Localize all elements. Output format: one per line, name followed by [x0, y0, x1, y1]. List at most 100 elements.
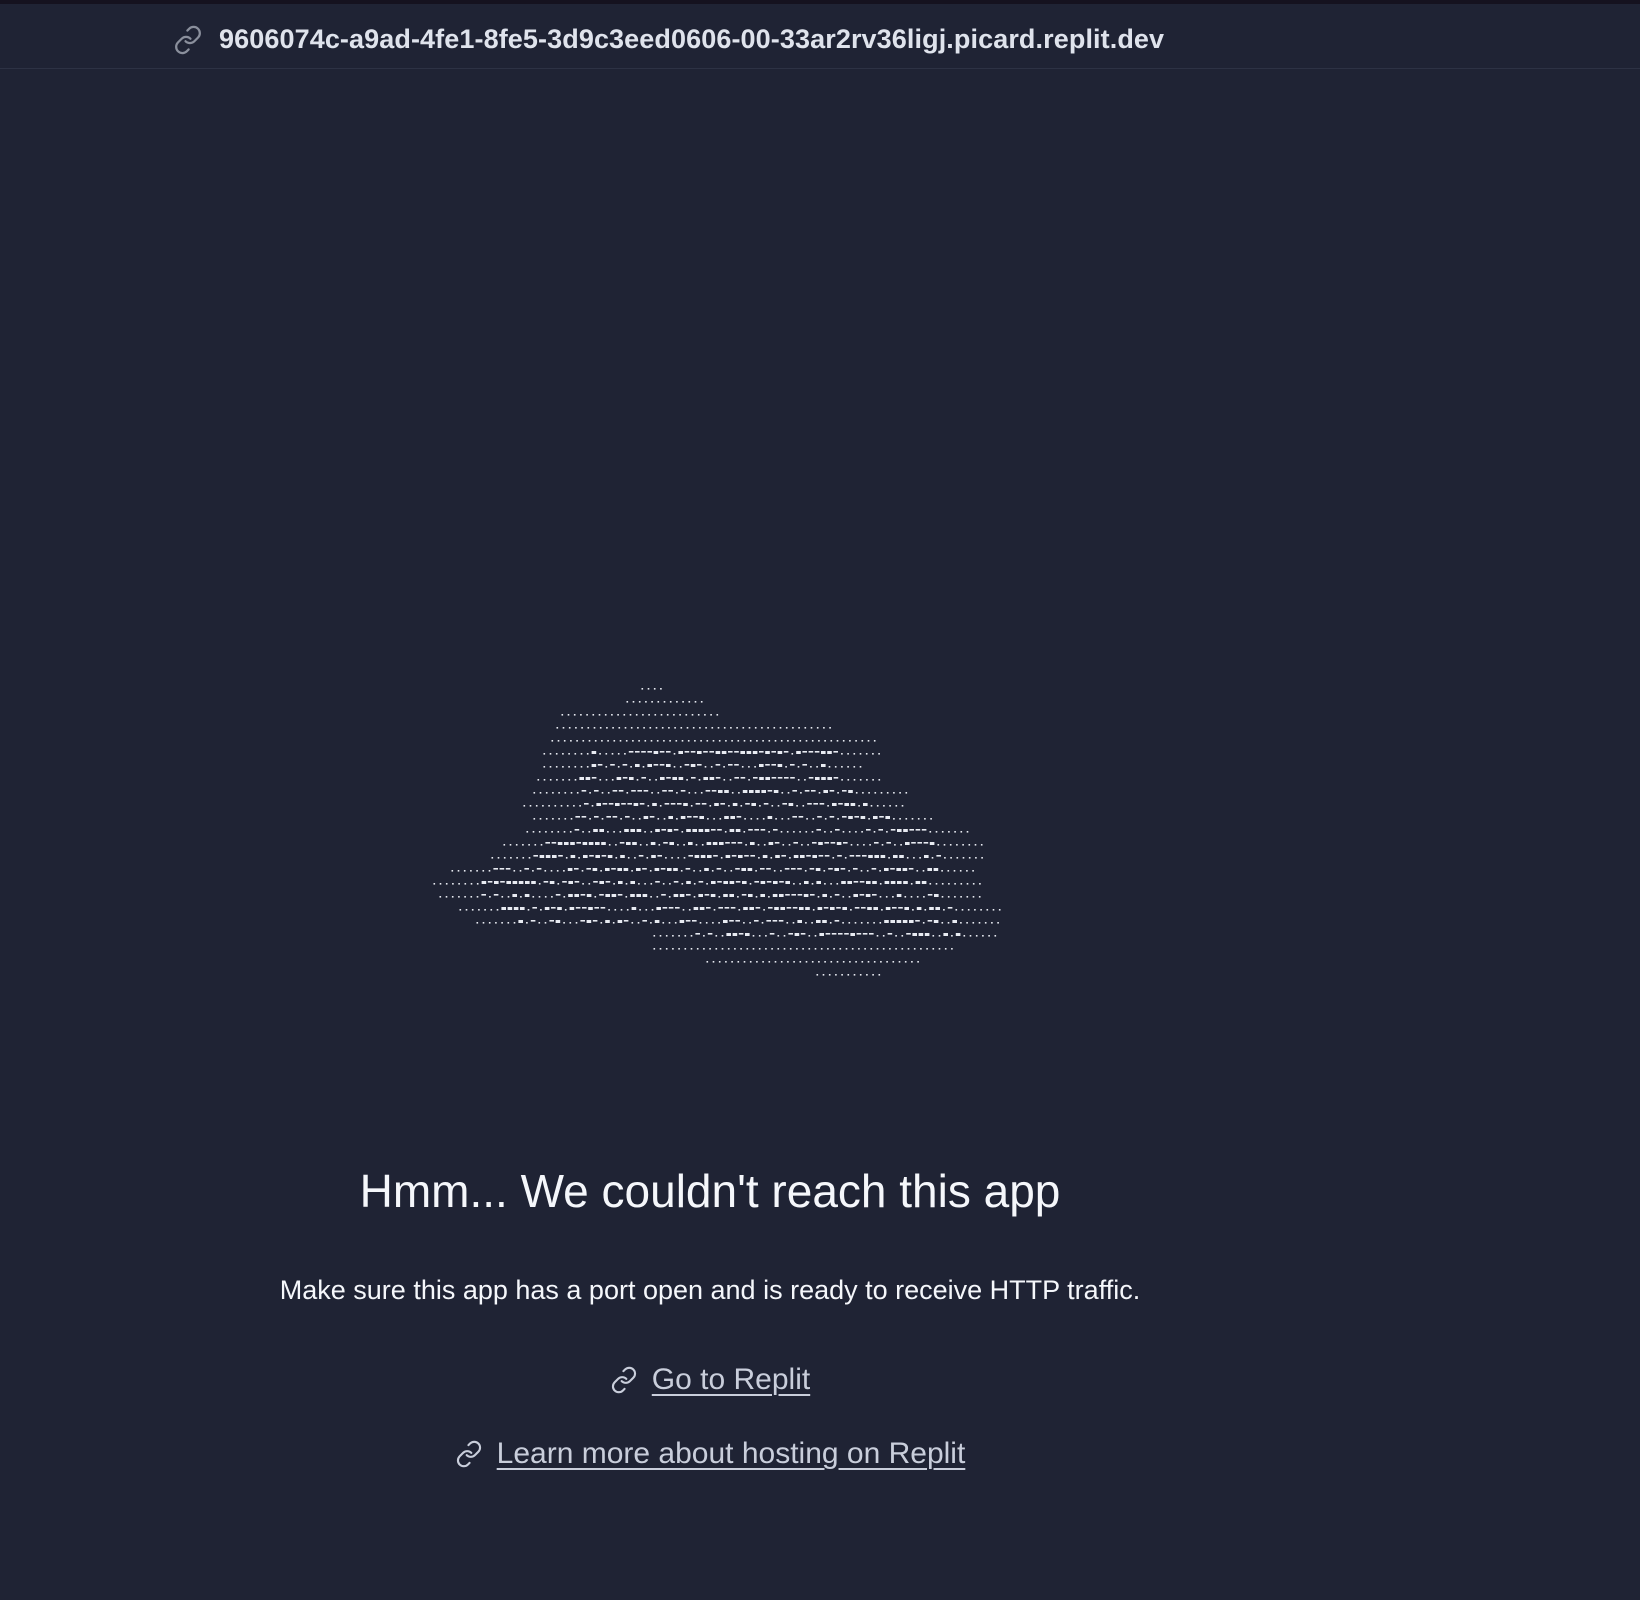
ascii-glyph [824, 831, 826, 833]
ascii-glyph [500, 881, 505, 883]
ascii-glyph [586, 714, 588, 716]
ascii-glyph [862, 792, 864, 794]
ascii-glyph [556, 870, 559, 872]
ascii-glyph [661, 894, 666, 896]
ascii-glyph [789, 857, 791, 859]
ascii-glyph [718, 961, 721, 963]
ascii-glyph [823, 727, 825, 729]
ascii-glyph [731, 740, 733, 742]
url-text[interactable]: 9606074c-a9ad-4fe1-8fe5-3d9c3eed0606-00-… [219, 19, 1164, 59]
ascii-glyph [586, 920, 592, 923]
ascii-glyph [792, 816, 797, 818]
ascii-glyph [729, 894, 734, 897]
ascii-glyph [830, 883, 832, 885]
ascii-glyph [493, 868, 498, 870]
ascii-glyph [642, 766, 645, 768]
ascii-glyph [579, 805, 581, 807]
ascii-glyph [617, 894, 623, 896]
ascii-glyph [583, 855, 588, 858]
ascii-glyph [823, 870, 826, 872]
ascii-glyph [758, 857, 760, 859]
ascii-glyph [641, 751, 646, 753]
ascii-glyph [544, 896, 547, 898]
ascii-glyph [871, 868, 877, 870]
ascii-glyph [658, 844, 661, 846]
ascii-glyph [750, 818, 753, 820]
ascii-glyph [921, 881, 927, 884]
ascii-glyph [655, 829, 660, 832]
ascii-glyph [863, 844, 865, 846]
ascii-glyph [723, 766, 725, 768]
ascii-glyph [943, 844, 946, 846]
ascii-glyph [657, 792, 660, 794]
ascii-glyph [862, 855, 867, 857]
ascii-glyph [819, 803, 825, 805]
ascii-glyph [588, 740, 591, 742]
ascii-glyph [972, 883, 975, 885]
ascii-glyph [693, 907, 699, 910]
ascii-glyph [873, 922, 875, 924]
learn-more-hosting-link[interactable]: Learn more about hosting on Replit [455, 1434, 966, 1474]
ascii-glyph [944, 857, 946, 859]
ascii-glyph [766, 881, 772, 883]
ascii-glyph [929, 842, 935, 845]
go-to-replit-label[interactable]: Go to Replit [652, 1360, 810, 1400]
ascii-glyph [688, 855, 693, 857]
ascii-glyph [728, 764, 733, 766]
ascii-glyph [637, 922, 640, 924]
ascii-glyph [784, 777, 789, 779]
ascii-glyph [868, 855, 873, 858]
ascii-glyph [563, 740, 566, 742]
ascii-glyph [690, 948, 693, 950]
ascii-glyph [524, 894, 530, 897]
ascii-glyph [783, 935, 786, 937]
ascii-glyph [903, 829, 908, 832]
ascii-glyph [683, 857, 686, 859]
ascii-glyph [754, 766, 756, 768]
ascii-glyph [642, 714, 644, 716]
ascii-glyph [664, 803, 670, 805]
ascii-glyph [982, 935, 984, 937]
ascii-glyph [967, 909, 970, 911]
ascii-glyph [922, 922, 925, 924]
ascii-glyph [675, 740, 678, 742]
ascii-glyph [707, 933, 713, 935]
ascii-glyph [723, 894, 728, 897]
ascii-glyph [692, 920, 697, 922]
ascii-glyph [779, 727, 782, 729]
ascii-glyph [585, 777, 591, 780]
ascii-glyph [853, 779, 856, 781]
ascii-glyph [873, 816, 878, 819]
ascii-glyph [927, 920, 933, 922]
ascii-glyph [625, 740, 628, 742]
ascii-glyph [783, 948, 786, 950]
ascii-glyph [518, 881, 524, 884]
ascii-glyph [548, 805, 550, 807]
go-to-replit-link[interactable]: Go to Replit [610, 1360, 810, 1400]
ascii-glyph [625, 883, 628, 885]
ascii-glyph [984, 922, 987, 924]
ascii-glyph [686, 727, 689, 729]
ascii-glyph [573, 714, 576, 716]
ascii-glyph [558, 818, 560, 820]
ascii-glyph [731, 855, 737, 857]
learn-more-hosting-label[interactable]: Learn more about hosting on Replit [497, 1434, 966, 1474]
ascii-glyph [551, 740, 554, 742]
ascii-glyph [865, 894, 871, 897]
ascii-glyph [854, 816, 859, 818]
ascii-glyph [794, 933, 800, 936]
ascii-glyph [712, 842, 718, 845]
ascii-glyph [805, 907, 810, 910]
ascii-glyph [812, 855, 817, 858]
ascii-glyph [618, 790, 624, 792]
ascii-glyph [458, 883, 460, 885]
ascii-glyph [889, 948, 891, 950]
ascii-glyph [617, 868, 622, 871]
ascii-glyph [600, 907, 606, 909]
ascii-glyph [592, 920, 598, 922]
ascii-glyph [634, 857, 636, 859]
ascii-glyph [607, 831, 609, 833]
ascii-glyph [523, 805, 526, 807]
ascii-glyph [917, 842, 922, 844]
ascii-glyph [742, 727, 745, 729]
